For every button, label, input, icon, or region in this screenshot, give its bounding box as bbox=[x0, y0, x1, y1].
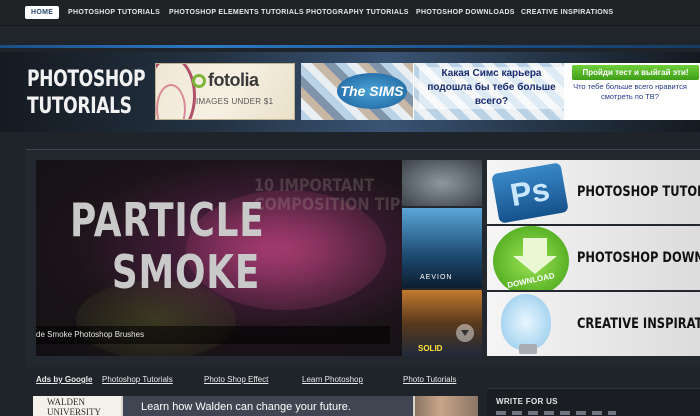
ad-link-learn-photoshop[interactable]: Learn Photoshop bbox=[302, 375, 363, 384]
walden-ad-banner[interactable]: WALDEN UNIVERSITY Learn how Walden can c… bbox=[33, 396, 478, 416]
write-for-us-panel: WRITE FOR US bbox=[487, 388, 700, 416]
feature-title: PHOTOSHOP DOWNLO bbox=[577, 250, 700, 266]
feature-title: CREATIVE INSPIRATIO bbox=[577, 316, 700, 332]
featured-slider[interactable]: 10 IMPORTANT COMPOSITION TIPS PARTICLE S… bbox=[36, 160, 402, 356]
feature-title: PHOTOSHOP TUTORIA bbox=[577, 184, 700, 200]
walden-logo-line-2: UNIVERSITY bbox=[47, 407, 101, 416]
walden-logo-line-1: WALDEN bbox=[47, 397, 85, 407]
feature-column: Ps PHOTOSHOP TUTORIA DOWNLOAD PHOTOSHOP … bbox=[487, 160, 700, 356]
page: HOME PHOTOSHOP TUTORIALS PHOTOSHOP ELEME… bbox=[0, 0, 700, 416]
walden-message: Learn how Walden can change your future. bbox=[123, 396, 413, 416]
fotolia-ad-banner[interactable]: fotolia IMAGES UNDER $1 bbox=[155, 63, 295, 120]
fotolia-tagline: IMAGES UNDER $1 bbox=[196, 97, 274, 106]
nav-creative-inspirations[interactable]: CREATIVE INSPIRATIONS bbox=[521, 6, 613, 19]
logo-line-1: PHOTOSHOP bbox=[27, 67, 146, 92]
top-navigation: HOME PHOTOSHOP TUTORIALS PHOTOSHOP ELEME… bbox=[0, 0, 700, 26]
thumbnail-2-label: AEVION bbox=[420, 274, 453, 281]
sims-logo: The SIMS 3 bbox=[337, 73, 407, 120]
site-logo[interactable]: PHOTOSHOP TUTORIALS bbox=[27, 66, 146, 120]
sims-cta-button[interactable]: Пройди тест и выйгай эти! bbox=[572, 65, 699, 80]
slider-headline: PARTICLE SMOKE bbox=[70, 194, 265, 298]
scroll-down-icon[interactable] bbox=[456, 324, 474, 342]
ghost-line-2: COMPOSITION TIPS bbox=[254, 195, 402, 215]
download-arrow-icon bbox=[523, 238, 547, 258]
slider-caption[interactable]: de Smoke Photoshop Brushes bbox=[36, 326, 390, 344]
nav-photoshop-tutorials[interactable]: PHOTOSHOP TUTORIALS bbox=[68, 6, 160, 19]
ad-link-photoshop-tutorials[interactable]: Photoshop Tutorials bbox=[102, 375, 173, 384]
walden-logo: WALDEN UNIVERSITY bbox=[33, 396, 121, 416]
ghost-line-1: 10 IMPORTANT bbox=[254, 176, 375, 196]
thumbnail-3-label: SOLID bbox=[418, 344, 443, 353]
slider-thumbnails: AEVION SOLID bbox=[402, 160, 482, 356]
person-photo bbox=[415, 396, 478, 416]
sims-headline: Какая Симс карьера подошла бы тебе больш… bbox=[419, 67, 564, 109]
nav-photography-tutorials[interactable]: PHOTOGRAPHY TUTORIALS bbox=[306, 6, 409, 19]
nav-photoshop-downloads[interactable]: PHOTOSHOP DOWNLOADS bbox=[416, 6, 515, 19]
ad-link-photo-shop-effect[interactable]: Photo Shop Effect bbox=[204, 375, 268, 384]
slider-ghost-text: 10 IMPORTANT COMPOSITION TIPS bbox=[254, 177, 402, 215]
sims-question: Что тебе больше всего нравится смотреть … bbox=[573, 82, 687, 101]
thumbnail-1[interactable] bbox=[402, 160, 482, 206]
accent-divider bbox=[0, 45, 700, 48]
ad-link-photo-tutorials[interactable]: Photo Tutorials bbox=[403, 375, 456, 384]
ads-by-google-link[interactable]: Ads by Google bbox=[36, 375, 92, 384]
feature-photoshop-tutorials[interactable]: Ps PHOTOSHOP TUTORIA bbox=[487, 160, 700, 224]
panel-divider bbox=[496, 411, 616, 415]
sims-ad-banner[interactable]: The SIMS 3 Какая Симс карьера подошла бы… bbox=[301, 63, 700, 120]
headline-line-1: PARTICLE bbox=[70, 193, 265, 247]
download-icon: DOWNLOAD bbox=[493, 226, 569, 290]
feature-photoshop-downloads[interactable]: DOWNLOAD PHOTOSHOP DOWNLO bbox=[487, 226, 700, 290]
panel-title: WRITE FOR US bbox=[496, 397, 558, 406]
lightbulb-icon bbox=[501, 294, 551, 350]
logo-line-2: TUTORIALS bbox=[27, 94, 132, 119]
thumbnail-3[interactable]: SOLID bbox=[402, 290, 482, 356]
nav-photoshop-elements-tutorials[interactable]: PHOTOSHOP ELEMENTS TUTORIALS bbox=[169, 6, 304, 19]
feature-creative-inspirations[interactable]: CREATIVE INSPIRATIO bbox=[487, 292, 700, 356]
photoshop-icon: Ps bbox=[491, 162, 569, 224]
thumbnail-2[interactable]: AEVION bbox=[402, 208, 482, 288]
nav-home[interactable]: HOME bbox=[25, 6, 60, 19]
fotolia-logo-icon bbox=[192, 74, 206, 88]
headline-line-2: SMOKE bbox=[111, 245, 261, 299]
lightbulb-base-icon bbox=[519, 344, 537, 354]
fotolia-brand: fotolia bbox=[208, 70, 259, 90]
ad-link-bar: Ads by Google Photoshop Tutorials Photo … bbox=[26, 369, 486, 391]
